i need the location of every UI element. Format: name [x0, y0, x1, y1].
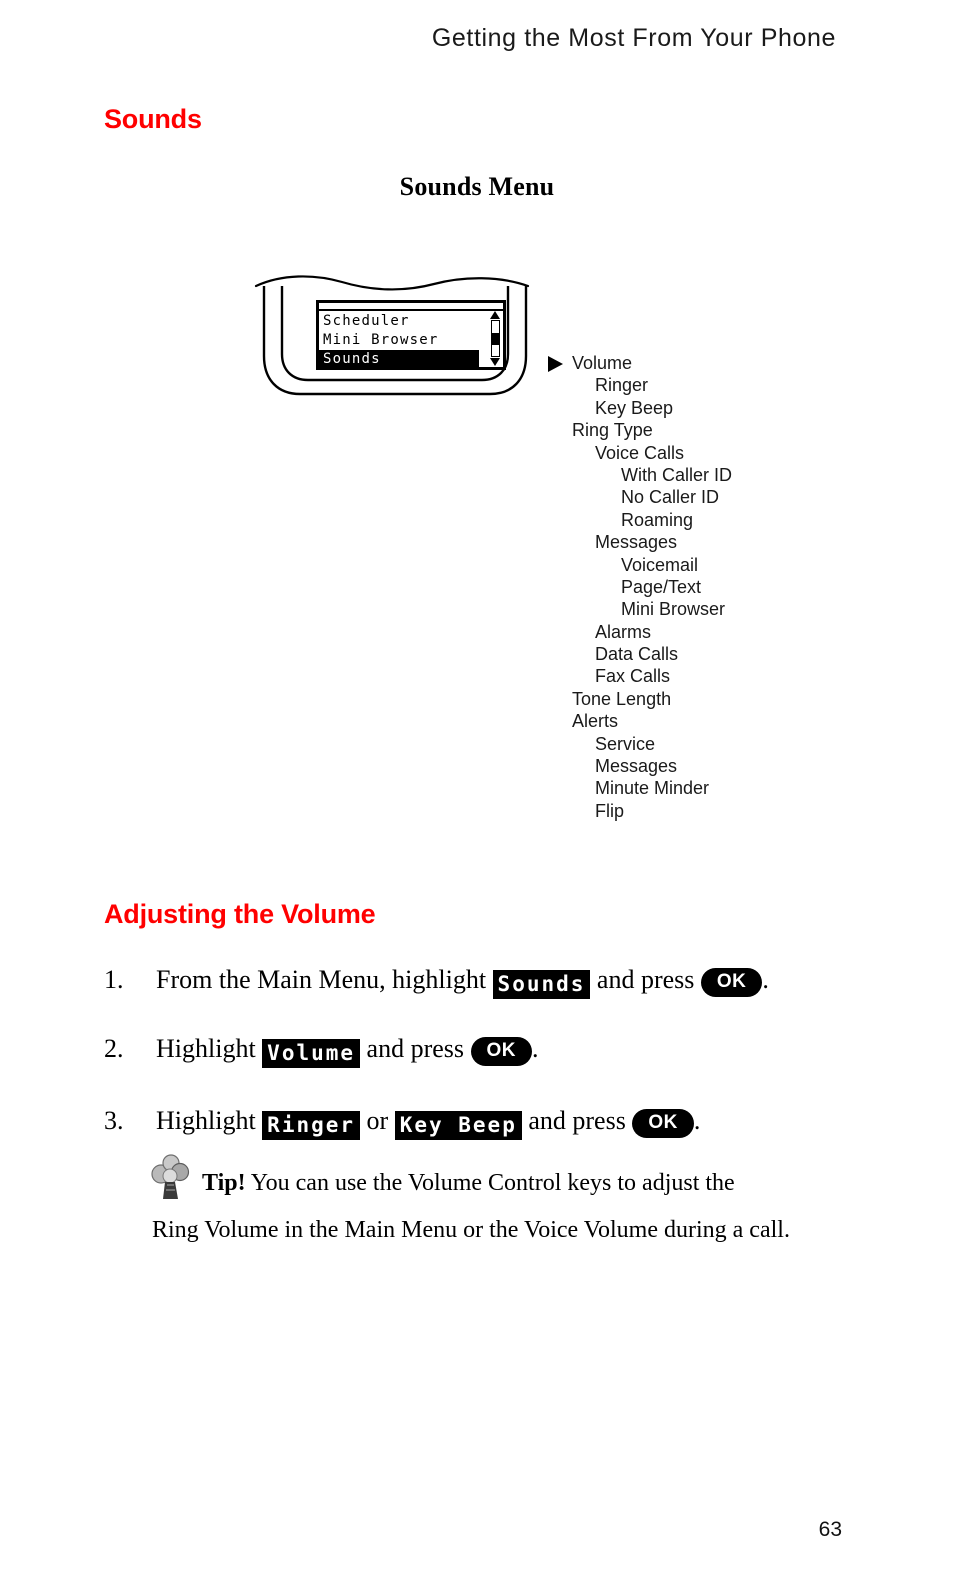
- tree-item-mini-browser[interactable]: Mini Browser: [548, 598, 928, 620]
- step-text-middle: and press: [521, 1106, 633, 1135]
- tree-item-flip[interactable]: Flip: [548, 800, 928, 822]
- ok-key-button[interactable]: OK: [700, 968, 763, 997]
- step-text-before: Highlight: [156, 1034, 263, 1063]
- tree-item-label: Service: [595, 733, 656, 754]
- tree-item-label: Fax Calls: [595, 666, 671, 687]
- tree-item-label: No Caller ID: [621, 487, 720, 508]
- tree-item-label: Data Calls: [595, 644, 679, 665]
- tip-text-1: You can use the Volume Control keys to a…: [245, 1170, 735, 1196]
- tip-line-2: Ring Volume in the Main Menu or the Voic…: [152, 1217, 790, 1243]
- tree-item-label: Key Beep: [595, 397, 674, 418]
- tree-item-data-calls[interactable]: Data Calls: [548, 643, 928, 665]
- tree-item-label: Ring Type: [572, 420, 653, 441]
- step-text-before: Highlight: [156, 1106, 263, 1135]
- section-heading-adjusting-the-volume: Adjusting the Volume: [104, 899, 376, 929]
- tree-item-label: Alarms: [595, 621, 652, 642]
- tree-item-service[interactable]: Service: [548, 733, 928, 755]
- lcd-row-scheduler[interactable]: Scheduler: [319, 312, 503, 331]
- tree-item-tone-length[interactable]: Tone Length: [548, 688, 928, 710]
- step-item-3: 3. Highlight Ringer or Key Beep and press…: [104, 1104, 904, 1140]
- tree-item-label: Messages: [595, 532, 678, 553]
- lcd-row-mini-browser[interactable]: Mini Browser: [319, 331, 503, 350]
- tree-item-volume[interactable]: Volume: [548, 352, 928, 374]
- tree-item-label: Flip: [595, 800, 625, 821]
- step-text-conjunction: or: [360, 1106, 395, 1135]
- tree-item-label: Ringer: [595, 375, 649, 396]
- tree-item-ring-type[interactable]: Ring Type: [548, 419, 928, 441]
- step-number: 2.: [104, 1034, 124, 1063]
- tree-item-fax-calls[interactable]: Fax Calls: [548, 665, 928, 687]
- tree-item-label: Tone Length: [572, 688, 672, 709]
- right-triangle-pointer-icon: [548, 356, 563, 372]
- tree-item-with-caller-id[interactable]: With Caller ID: [548, 464, 928, 486]
- lcd-top-rule: [319, 309, 503, 311]
- tree-item-voice-calls[interactable]: Voice Calls: [548, 442, 928, 464]
- lcd-chip-volume: Volume: [262, 1039, 361, 1068]
- step-text-before: From the Main Menu, highlight: [156, 965, 493, 994]
- step-number: 1.: [104, 965, 124, 994]
- step-item-2: 2. Highlight Volume and press OK.: [104, 1032, 904, 1068]
- tree-item-label: Messages: [595, 756, 678, 777]
- tip-label: Tip!: [202, 1170, 246, 1196]
- tree-item-roaming[interactable]: Roaming: [548, 509, 928, 531]
- tree-item-no-caller-id[interactable]: No Caller ID: [548, 486, 928, 508]
- tree-item-alarms[interactable]: Alarms: [548, 621, 928, 643]
- step-text-middle: and press: [360, 1034, 471, 1063]
- tree-item-label: Alerts: [572, 711, 619, 732]
- step-text-middle: and press: [590, 965, 701, 994]
- lcd-chip-sounds: Sounds: [492, 970, 591, 999]
- lcd-row-sounds-selected[interactable]: Sounds: [319, 350, 479, 367]
- lcd-chip-key-beep: Key Beep: [394, 1111, 522, 1140]
- section-heading-sounds: Sounds: [104, 104, 202, 134]
- page-number: 63: [818, 1518, 842, 1541]
- tip-block: Tip! You can use the Volume Control keys…: [151, 1154, 912, 1254]
- tree-item-page-text[interactable]: Page/Text: [548, 576, 928, 598]
- step-text-after: .: [762, 965, 769, 994]
- ok-key-button[interactable]: OK: [470, 1037, 533, 1066]
- tree-item-label: Voice Calls: [595, 442, 685, 463]
- tree-item-label: Voicemail: [621, 554, 699, 575]
- lcd-menu-list: Scheduler Mini Browser Sounds: [319, 312, 503, 367]
- tree-item-minute-minder[interactable]: Minute Minder: [548, 777, 928, 799]
- step-text-after: .: [693, 1106, 701, 1135]
- lcd-scrollbar[interactable]: [490, 311, 501, 366]
- running-header: Getting the Most From Your Phone: [431, 24, 836, 52]
- tree-item-ringer[interactable]: Ringer: [548, 374, 928, 396]
- phone-illustration: Scheduler Mini Browser Sounds: [252, 268, 562, 408]
- scroll-up-arrow-icon[interactable]: [490, 311, 500, 319]
- step-number: 3.: [104, 1106, 124, 1135]
- tree-item-label: Volume: [572, 353, 633, 373]
- step-text-after: .: [532, 1034, 539, 1063]
- phone-lcd-screen: Scheduler Mini Browser Sounds: [316, 300, 506, 370]
- tree-item-label: Mini Browser: [621, 599, 726, 620]
- tip-line-1: Tip! You can use the Volume Control keys…: [152, 1160, 912, 1207]
- tree-item-label: Page/Text: [621, 576, 702, 597]
- scroll-down-arrow-icon[interactable]: [490, 358, 500, 366]
- tree-item-label: Roaming: [621, 509, 694, 530]
- figure-title: Sounds Menu: [399, 172, 555, 201]
- tree-item-label: Minute Minder: [595, 778, 710, 799]
- tree-item-messages[interactable]: Messages: [548, 531, 928, 553]
- tree-item-alerts[interactable]: Alerts: [548, 710, 928, 732]
- tree-item-voicemail[interactable]: Voicemail: [548, 554, 928, 576]
- tree-item-key-beep[interactable]: Key Beep: [548, 397, 928, 419]
- lcd-chip-ringer: Ringer: [262, 1111, 361, 1140]
- ok-key-button[interactable]: OK: [632, 1109, 694, 1138]
- tip-idea-icon: [151, 1154, 190, 1199]
- scrollbar-thumb[interactable]: [491, 333, 500, 345]
- sounds-menu-tree: Volume Ringer Key Beep Ring Type Voice C…: [548, 352, 928, 822]
- step-item-1: 1. From the Main Menu, highlight Sounds a…: [104, 963, 904, 999]
- tree-item-alerts-messages[interactable]: Messages: [548, 755, 928, 777]
- tree-item-label: With Caller ID: [621, 464, 733, 485]
